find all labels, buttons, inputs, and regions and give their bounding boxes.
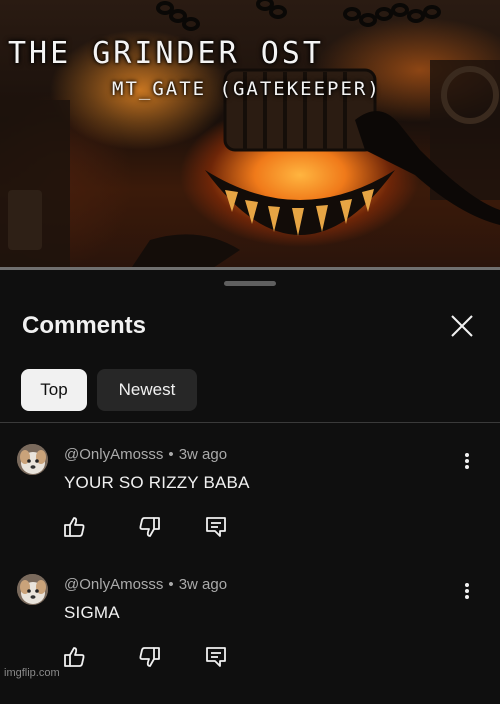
comment-age: 3w ago	[178, 576, 228, 593]
video-thumbnail[interactable]: THE GRINDER OST MT_GATE (GATEKEEPER)	[0, 0, 500, 270]
comment-text: YOUR SO RIZZY BABA	[64, 473, 250, 492]
comment-author[interactable]: @OnlyAmosss	[64, 576, 163, 593]
comment-more-button[interactable]	[456, 578, 478, 604]
comment-meta: @OnlyAmosss • 3w ago	[64, 576, 227, 593]
thumb-down-icon	[139, 647, 160, 667]
like-button[interactable]	[62, 644, 88, 670]
avatar[interactable]	[17, 574, 48, 605]
sort-chip-top[interactable]: Top	[21, 369, 87, 411]
reply-button[interactable]	[203, 644, 229, 670]
dog-avatar-icon	[17, 444, 48, 475]
dislike-button[interactable]	[136, 514, 162, 540]
comment-more-button[interactable]	[456, 448, 478, 474]
dislike-button[interactable]	[136, 644, 162, 670]
comment-age: 3w ago	[178, 446, 228, 463]
thumb-up-icon	[64, 517, 85, 537]
more-vert-icon	[465, 583, 469, 599]
reply-icon	[206, 647, 226, 667]
avatar[interactable]	[17, 444, 48, 475]
reply-button[interactable]	[203, 514, 229, 540]
dog-avatar-icon	[17, 574, 48, 605]
imgflip-watermark: imgflip.com	[4, 667, 60, 679]
close-icon	[451, 315, 473, 337]
meta-separator: •	[168, 576, 174, 593]
thumb-down-icon	[139, 517, 160, 537]
drag-handle[interactable]	[224, 281, 276, 286]
comments-panel: Comments Top Newest @OnlyAmosss • 3w ago Y…	[0, 270, 500, 683]
divider	[0, 422, 500, 423]
close-button[interactable]	[446, 310, 478, 342]
comment-author[interactable]: @OnlyAmosss	[64, 446, 163, 463]
reply-icon	[206, 517, 226, 537]
thumb-up-icon	[64, 647, 85, 667]
comment-item: @OnlyAmosss • 3w ago SIGMA	[0, 574, 500, 704]
comments-heading: Comments	[22, 312, 147, 339]
more-vert-icon	[465, 453, 469, 469]
comment-item: @OnlyAmosss • 3w ago YOUR SO RIZZY BABA	[0, 444, 500, 574]
video-title: THE GRINDER OST	[8, 36, 324, 71]
comment-meta: @OnlyAmosss • 3w ago	[64, 446, 227, 463]
sort-chip-newest[interactable]: Newest	[97, 369, 197, 411]
comment-text: SIGMA	[64, 603, 120, 622]
like-button[interactable]	[62, 514, 88, 540]
meta-separator: •	[168, 446, 174, 463]
video-subtitle: MT_GATE (GATEKEEPER)	[112, 78, 381, 100]
